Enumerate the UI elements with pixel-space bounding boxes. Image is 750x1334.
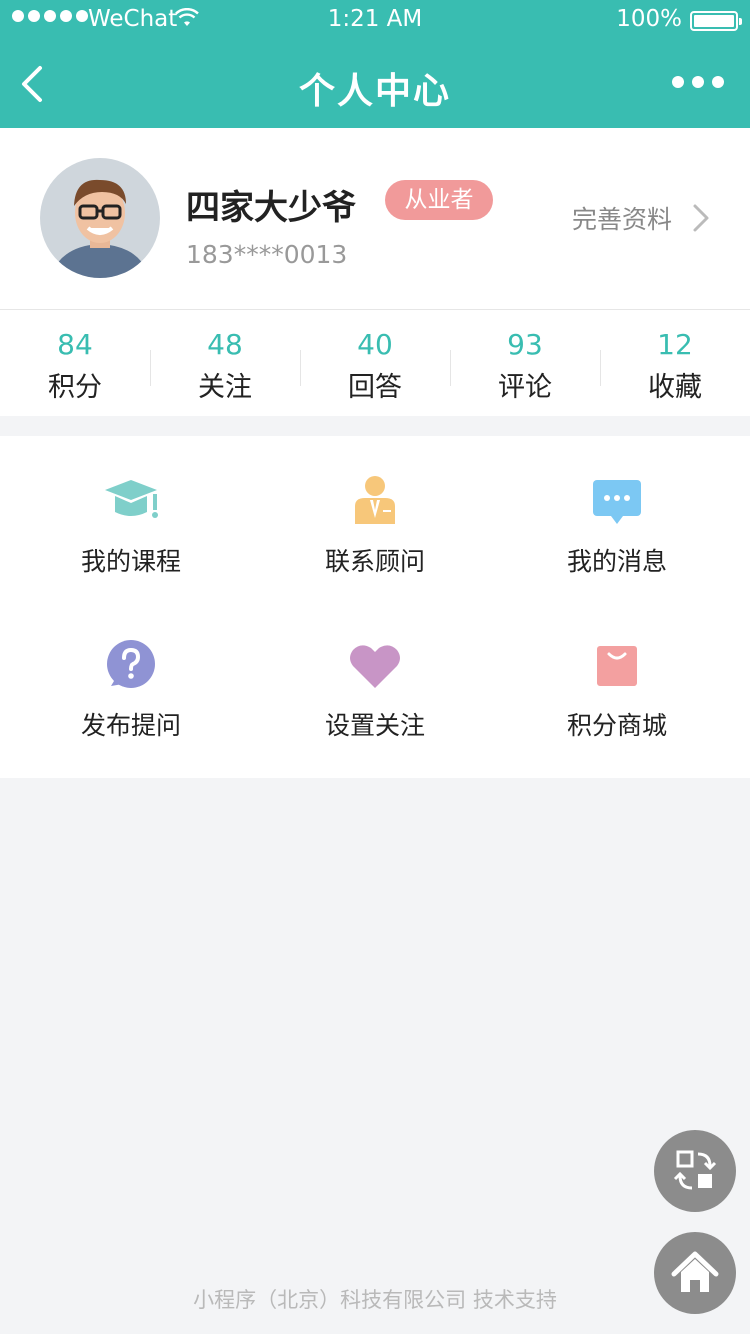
more-options-icon[interactable] — [672, 76, 724, 88]
battery-icon — [690, 11, 742, 31]
avatar-image — [40, 158, 160, 278]
status-bar: WeChat 1:21 AM 100% — [0, 0, 750, 40]
username: 四家大少爷 — [186, 188, 356, 228]
feature-menu: 我的课程 联系顾问 我的消息 发布提问 设置关注 积分商城 — [0, 436, 750, 778]
footer-text: 小程序（北京）科技有限公司 技术支持 — [193, 1288, 557, 1312]
menu-label: 联系顾问 — [324, 547, 425, 576]
stat-label: 评论 — [498, 372, 552, 403]
page-title: 个人中心 — [298, 71, 451, 112]
stat-value: 40 — [357, 328, 393, 361]
chat-bubble-icon — [593, 480, 641, 524]
menu-item-points-mall[interactable]: 积分商城 — [492, 636, 742, 801]
stat-points[interactable]: 84 积分 — [0, 310, 150, 416]
avatar[interactable] — [40, 158, 160, 278]
role-badge: 从业者 — [385, 180, 493, 220]
switch-icon — [673, 1150, 717, 1190]
phone-number: 183****0013 — [186, 240, 348, 269]
advisor-icon — [355, 476, 395, 524]
menu-label: 我的消息 — [566, 547, 667, 576]
menu-label: 发布提问 — [80, 711, 181, 740]
top-bar: WeChat 1:21 AM 100% 个人中心 — [0, 0, 750, 128]
battery-percentage: 100% — [616, 6, 682, 32]
menu-item-my-messages[interactable]: 我的消息 — [492, 472, 742, 637]
menu-item-set-follow[interactable]: 设置关注 — [250, 636, 500, 801]
edit-profile-button[interactable]: 完善资料 — [572, 200, 710, 236]
stat-label: 积分 — [48, 372, 102, 403]
question-icon — [107, 640, 155, 688]
stat-following[interactable]: 48 关注 — [150, 310, 300, 416]
stat-answers[interactable]: 40 回答 — [300, 310, 450, 416]
profile-card: 四家大少爷 从业者 183****0013 完善资料 — [0, 128, 750, 310]
stat-label: 收藏 — [648, 372, 702, 403]
shopping-bag-icon — [597, 646, 637, 686]
menu-item-contact-advisor[interactable]: 联系顾问 — [250, 472, 500, 637]
heart-icon — [350, 645, 400, 688]
switch-view-button[interactable] — [654, 1130, 736, 1212]
menu-label: 积分商城 — [566, 711, 667, 740]
stat-value: 93 — [507, 328, 543, 361]
menu-label: 设置关注 — [324, 711, 425, 740]
stat-value: 48 — [207, 328, 243, 361]
edit-profile-label: 完善资料 — [571, 205, 672, 234]
menu-item-post-question[interactable]: 发布提问 — [6, 636, 256, 801]
menu-item-my-courses[interactable]: 我的课程 — [6, 472, 256, 637]
chevron-right-icon — [693, 204, 709, 232]
menu-label: 我的课程 — [80, 547, 181, 576]
stat-value: 84 — [57, 328, 93, 361]
stat-label: 回答 — [348, 372, 402, 403]
graduation-cap-icon — [105, 480, 158, 518]
stat-favorites[interactable]: 12 收藏 — [600, 310, 750, 416]
stat-comments[interactable]: 93 评论 — [450, 310, 600, 416]
stat-label: 关注 — [198, 372, 252, 403]
stat-value: 12 — [657, 328, 693, 361]
stats-bar: 84 积分 48 关注 40 回答 93 评论 12 收藏 — [0, 310, 750, 416]
